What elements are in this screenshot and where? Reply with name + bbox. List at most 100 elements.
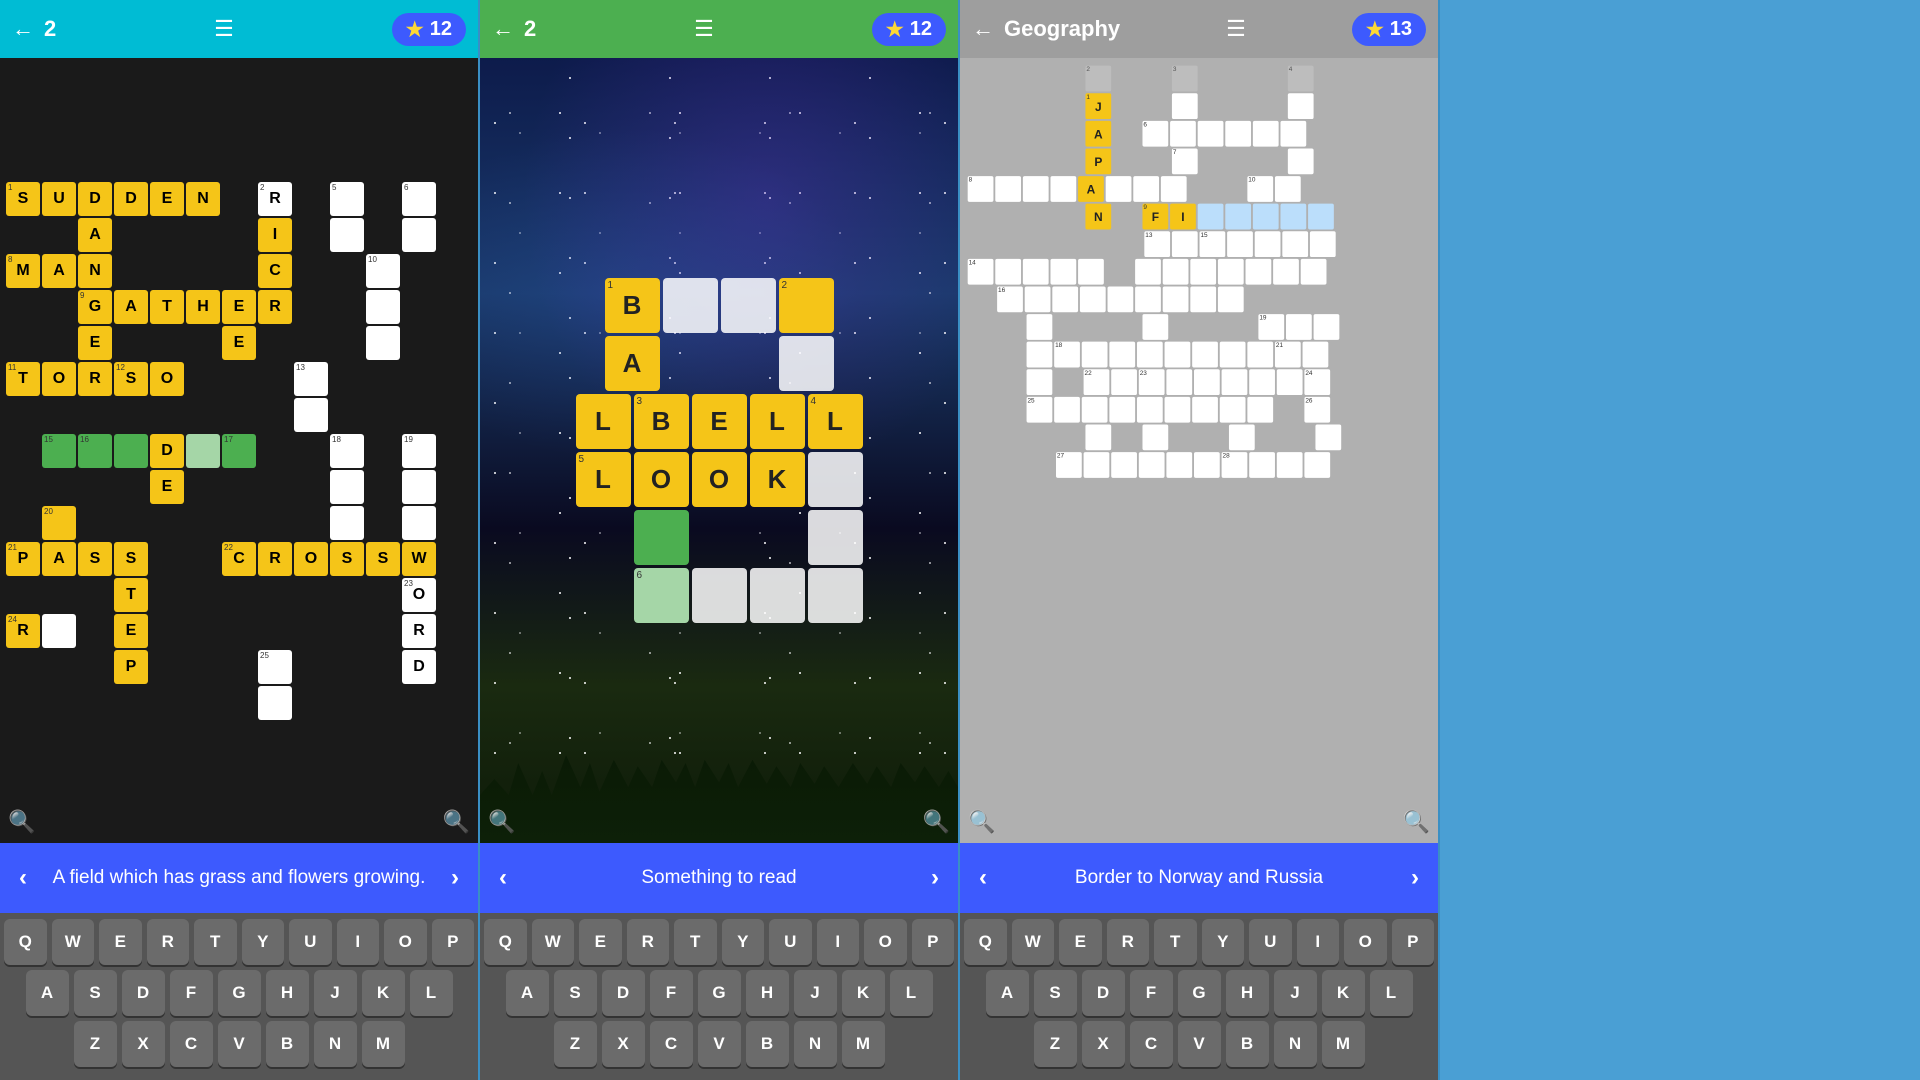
cell-D2[interactable]: D <box>114 182 148 216</box>
p3-r11k[interactable] <box>1247 342 1273 368</box>
p3-r13g[interactable] <box>1137 397 1163 423</box>
key-3-B[interactable]: B <box>1226 1021 1269 1067</box>
p3-r8j[interactable] <box>1218 259 1244 285</box>
p3-r13i[interactable] <box>1192 397 1218 423</box>
p3-blue3[interactable] <box>1253 204 1279 230</box>
p3-r9h[interactable] <box>1163 286 1189 312</box>
p3-num8[interactable]: 8 <box>968 176 994 202</box>
cell-S3[interactable]: S <box>330 542 364 576</box>
p3-r10g[interactable] <box>1142 314 1168 340</box>
key-P[interactable]: P <box>432 919 475 965</box>
cell-O-row12[interactable]: 23O <box>402 578 436 612</box>
zoom-out-icon[interactable]: 🔍 <box>443 809 470 835</box>
zoom-out-icon-3[interactable]: 🔍 <box>1403 809 1430 835</box>
cell-lg1[interactable] <box>186 434 220 468</box>
cell-R2[interactable]: R <box>258 542 292 576</box>
key-R[interactable]: R <box>147 919 190 965</box>
key-3-Z[interactable]: Z <box>1034 1021 1077 1067</box>
cell-E4[interactable]: E <box>150 470 184 504</box>
prev-hint-button-3[interactable]: ‹ <box>968 864 998 892</box>
key-2-N[interactable]: N <box>794 1021 837 1067</box>
p2-cell-E3[interactable]: E <box>692 394 747 449</box>
p2-cell-w1[interactable] <box>663 278 718 333</box>
p3-r11g[interactable] <box>1137 342 1163 368</box>
p3-r8b[interactable] <box>995 259 1021 285</box>
p2-cell-5L[interactable]: 5L <box>576 452 631 507</box>
p3-r5c[interactable] <box>1023 176 1049 202</box>
back-arrow-2-icon[interactable]: ← <box>492 16 514 42</box>
p3-r13h[interactable] <box>1165 397 1191 423</box>
p3-r9d[interactable] <box>1052 286 1078 312</box>
cell-M[interactable]: 8M <box>6 254 40 288</box>
key-X[interactable]: X <box>122 1021 165 1067</box>
cell-w10[interactable]: 10 <box>366 254 400 288</box>
cell-w25[interactable]: 25 <box>258 650 292 684</box>
key-3-G[interactable]: G <box>1178 970 1221 1016</box>
cell-w5b[interactable] <box>366 326 400 360</box>
cell-S2[interactable]: S <box>114 542 148 576</box>
key-C[interactable]: C <box>170 1021 213 1067</box>
p3-num10[interactable]: 10 <box>1247 176 1273 202</box>
cell-R-end[interactable]: R <box>402 614 436 648</box>
cell-C[interactable]: C <box>258 254 292 288</box>
p3-r9f[interactable] <box>1108 286 1134 312</box>
p3-r15l[interactable] <box>1277 452 1303 478</box>
p3-r15h[interactable] <box>1166 452 1192 478</box>
key-J[interactable]: J <box>314 970 357 1016</box>
key-2-F[interactable]: F <box>650 970 693 1016</box>
cell-blank2[interactable] <box>330 218 364 252</box>
cell-A3[interactable]: A <box>114 290 148 324</box>
p2-cell-4[interactable]: 4L <box>808 394 863 449</box>
p3-r13e[interactable] <box>1082 397 1108 423</box>
key-2-A[interactable]: A <box>506 970 549 1016</box>
cell-E[interactable]: E <box>222 290 256 324</box>
cell-R[interactable]: R <box>78 362 112 396</box>
p2-cell-w6b[interactable] <box>692 568 747 623</box>
p3-r5d[interactable] <box>1050 176 1076 202</box>
cell-w10b[interactable] <box>330 506 364 540</box>
key-2-X[interactable]: X <box>602 1021 645 1067</box>
key-2-E[interactable]: E <box>579 919 622 965</box>
key-3-K[interactable]: K <box>1322 970 1365 1016</box>
p3-r11f[interactable] <box>1109 342 1135 368</box>
next-hint-button-3[interactable]: › <box>1400 864 1430 892</box>
p3-r12f[interactable] <box>1111 369 1137 395</box>
cell-E2[interactable]: E <box>78 326 112 360</box>
p3-r5b[interactable] <box>995 176 1021 202</box>
key-3-X[interactable]: X <box>1082 1021 1125 1067</box>
key-3-Y[interactable]: Y <box>1202 919 1245 965</box>
key-3-D[interactable]: D <box>1082 970 1125 1016</box>
p3-num6[interactable]: 6 <box>1142 121 1168 147</box>
cell-I[interactable]: I <box>258 218 292 252</box>
key-F[interactable]: F <box>170 970 213 1016</box>
p3-num18[interactable]: 18 <box>1054 342 1080 368</box>
key-N[interactable]: N <box>314 1021 357 1067</box>
p3-r7b[interactable] <box>1172 231 1198 257</box>
key-3-T[interactable]: T <box>1154 919 1197 965</box>
key-2-W[interactable]: W <box>532 919 575 965</box>
p3-num25[interactable]: 25 <box>1027 397 1053 423</box>
p3-w3[interactable] <box>1172 93 1198 119</box>
p3-r7d[interactable] <box>1227 231 1253 257</box>
p3-r10c[interactable] <box>1027 314 1053 340</box>
cell-R[interactable]: R <box>258 290 292 324</box>
p3-r14e[interactable] <box>1085 424 1111 450</box>
key-3-F[interactable]: F <box>1130 970 1173 1016</box>
key-3-R[interactable]: R <box>1107 919 1150 965</box>
p3-r9j[interactable] <box>1218 286 1244 312</box>
cell-w9b[interactable] <box>330 470 364 504</box>
p3-num23[interactable]: 23 <box>1139 369 1165 395</box>
key-2-T[interactable]: T <box>674 919 717 965</box>
p3-num28[interactable]: 28 <box>1222 452 1248 478</box>
p3-num19[interactable]: 19 <box>1258 314 1284 340</box>
p3-r8i[interactable] <box>1190 259 1216 285</box>
key-O[interactable]: O <box>384 919 427 965</box>
p3-J[interactable]: 1J <box>1085 93 1111 119</box>
p3-num7[interactable]: 7 <box>1172 148 1198 174</box>
p3-r9c[interactable] <box>1025 286 1051 312</box>
key-3-A[interactable]: A <box>986 970 1029 1016</box>
cell-w19[interactable]: 19 <box>402 434 436 468</box>
cell-G[interactable]: 9G <box>78 290 112 324</box>
p3-r11[interactable] <box>1027 342 1053 368</box>
p3-num13[interactable]: 13 <box>1144 231 1170 257</box>
